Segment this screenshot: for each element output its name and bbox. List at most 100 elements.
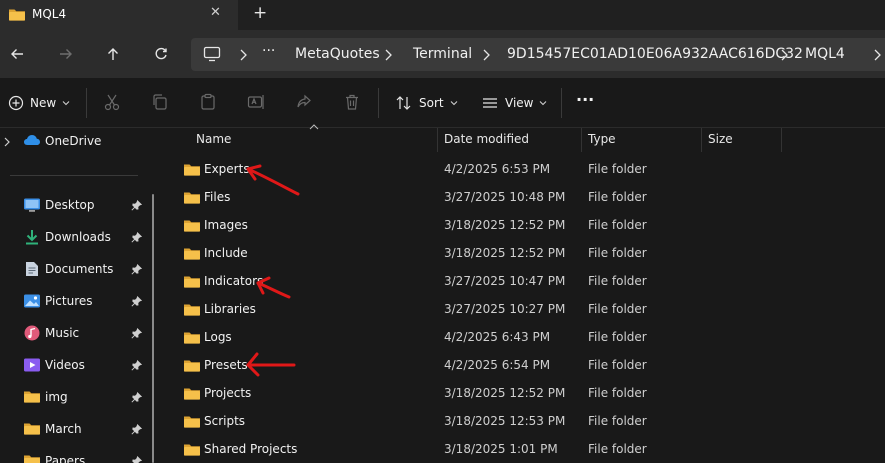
- file-type: File folder: [588, 190, 647, 204]
- view-button[interactable]: View: [481, 95, 547, 111]
- cut-icon[interactable]: [103, 93, 121, 114]
- expand-chevron-icon[interactable]: [3, 137, 11, 147]
- table-row[interactable]: Experts 4/2/2025 6:53 PM File folder: [166, 156, 885, 184]
- folder-icon: [183, 274, 201, 292]
- file-name[interactable]: Libraries: [204, 302, 256, 316]
- sidebar-item-march[interactable]: March: [0, 416, 150, 444]
- file-name[interactable]: Presets: [204, 358, 248, 372]
- sidebar-item-onedrive[interactable]: OneDrive: [0, 128, 150, 156]
- breadcrumb-item[interactable]: MetaQuotes: [295, 46, 380, 62]
- pin-icon[interactable]: [131, 295, 143, 310]
- delete-icon[interactable]: [343, 93, 361, 114]
- tab-mql4[interactable]: MQL4 ✕: [0, 0, 238, 30]
- back-button[interactable]: [5, 42, 29, 66]
- see-more-button[interactable]: ···: [576, 90, 594, 109]
- table-row[interactable]: Include 3/18/2025 12:52 PM File folder: [166, 240, 885, 268]
- file-name[interactable]: Include: [204, 246, 248, 260]
- pin-icon[interactable]: [131, 455, 143, 463]
- column-divider[interactable]: [437, 128, 438, 152]
- refresh-icon: [155, 47, 167, 60]
- file-name[interactable]: Logs: [204, 330, 232, 344]
- column-header-name[interactable]: Name: [196, 132, 231, 146]
- sidebar-item-img[interactable]: img: [0, 384, 150, 412]
- table-row[interactable]: Libraries 3/27/2025 10:27 PM File folder: [166, 296, 885, 324]
- column-header-type[interactable]: Type: [588, 132, 616, 146]
- breadcrumb-item[interactable]: Terminal: [413, 46, 472, 62]
- sidebar-item-documents[interactable]: Documents: [0, 256, 150, 284]
- share-icon[interactable]: [295, 93, 313, 114]
- pictures-icon: [23, 293, 41, 312]
- sidebar-item-papers[interactable]: Papers: [0, 448, 150, 463]
- forward-button[interactable]: [54, 42, 78, 66]
- table-row[interactable]: Projects 3/18/2025 12:52 PM File folder: [166, 380, 885, 408]
- file-name[interactable]: Projects: [204, 386, 251, 400]
- sidebar-item-desktop[interactable]: Desktop: [0, 192, 150, 220]
- file-name[interactable]: Experts: [204, 162, 250, 176]
- breadcrumb-item-current[interactable]: MQL4: [805, 46, 845, 62]
- column-divider[interactable]: [701, 128, 702, 152]
- new-button[interactable]: New: [8, 95, 70, 111]
- sidebar-item-pictures[interactable]: Pictures: [0, 288, 150, 316]
- rename-icon[interactable]: [247, 93, 265, 114]
- close-tab-button[interactable]: ✕: [210, 5, 221, 20]
- column-divider[interactable]: [781, 128, 782, 152]
- file-type: File folder: [588, 274, 647, 288]
- pin-icon[interactable]: [131, 359, 143, 374]
- file-name[interactable]: Shared Projects: [204, 442, 297, 456]
- pin-icon[interactable]: [131, 231, 143, 246]
- new-tab-button[interactable]: +: [253, 3, 267, 23]
- file-name[interactable]: Files: [204, 190, 230, 204]
- copy-icon[interactable]: [151, 93, 169, 114]
- paste-icon[interactable]: [199, 93, 217, 114]
- column-headers: Name Date modified Type Size: [166, 124, 885, 152]
- refresh-button[interactable]: [149, 42, 173, 66]
- table-row[interactable]: Indicators 3/27/2025 10:47 PM File folder: [166, 268, 885, 296]
- folder-icon: [183, 386, 201, 404]
- chevron-down-icon: [450, 101, 457, 106]
- file-name[interactable]: Images: [204, 218, 248, 232]
- column-divider[interactable]: [581, 128, 582, 152]
- back-arrow-icon: [11, 49, 23, 59]
- view-label: View: [505, 96, 534, 110]
- pin-icon[interactable]: [131, 327, 143, 342]
- sidebar-item-downloads[interactable]: Downloads: [0, 224, 150, 252]
- column-header-date[interactable]: Date modified: [444, 132, 529, 146]
- table-row[interactable]: Presets 4/2/2025 6:54 PM File folder: [166, 352, 885, 380]
- table-row[interactable]: Scripts 3/18/2025 12:53 PM File folder: [166, 408, 885, 436]
- new-label: New: [30, 96, 57, 110]
- chevron-right-icon[interactable]: [383, 48, 393, 62]
- sidebar-item-label: Papers: [45, 454, 86, 463]
- file-name[interactable]: Indicators: [204, 274, 263, 288]
- folder-icon: [183, 246, 201, 264]
- column-header-size[interactable]: Size: [708, 132, 733, 146]
- breadcrumb[interactable]: ··· MetaQuotes Terminal 9D15457EC01AD10E…: [191, 38, 885, 71]
- date-modified: 3/18/2025 12:53 PM: [444, 414, 566, 428]
- chevron-right-icon[interactable]: [481, 48, 491, 62]
- date-modified: 4/2/2025 6:54 PM: [444, 358, 551, 372]
- chevron-right-icon[interactable]: [779, 48, 789, 62]
- desktop-icon: [23, 197, 41, 216]
- pin-icon[interactable]: [131, 263, 143, 278]
- breadcrumb-overflow[interactable]: ···: [262, 43, 275, 59]
- breadcrumb-item[interactable]: 9D15457EC01AD10E06A932AAC616DC32: [507, 46, 803, 62]
- this-pc-icon[interactable]: [203, 46, 221, 65]
- table-row[interactable]: Images 3/18/2025 12:52 PM File folder: [166, 212, 885, 240]
- sort-button[interactable]: Sort: [395, 95, 458, 111]
- pin-icon[interactable]: [131, 199, 143, 214]
- file-name[interactable]: Scripts: [204, 414, 245, 428]
- date-modified: 4/2/2025 6:43 PM: [444, 330, 551, 344]
- up-button[interactable]: [101, 42, 125, 66]
- pin-icon[interactable]: [131, 391, 143, 406]
- table-row[interactable]: Files 3/27/2025 10:48 PM File folder: [166, 184, 885, 212]
- address-row: ··· MetaQuotes Terminal 9D15457EC01AD10E…: [0, 30, 885, 78]
- chevron-right-icon[interactable]: [238, 48, 248, 62]
- table-row[interactable]: Logs 4/2/2025 6:43 PM File folder: [166, 324, 885, 352]
- date-modified: 4/2/2025 6:53 PM: [444, 162, 551, 176]
- chevron-right-icon[interactable]: [872, 48, 882, 62]
- command-bar: New Sort View ···: [0, 78, 885, 128]
- sidebar-scrollbar[interactable]: [152, 194, 154, 463]
- sidebar-item-videos[interactable]: Videos: [0, 352, 150, 380]
- sidebar-item-music[interactable]: Music: [0, 320, 150, 348]
- pin-icon[interactable]: [131, 423, 143, 438]
- table-row[interactable]: Shared Projects 3/18/2025 1:01 PM File fol…: [166, 436, 885, 463]
